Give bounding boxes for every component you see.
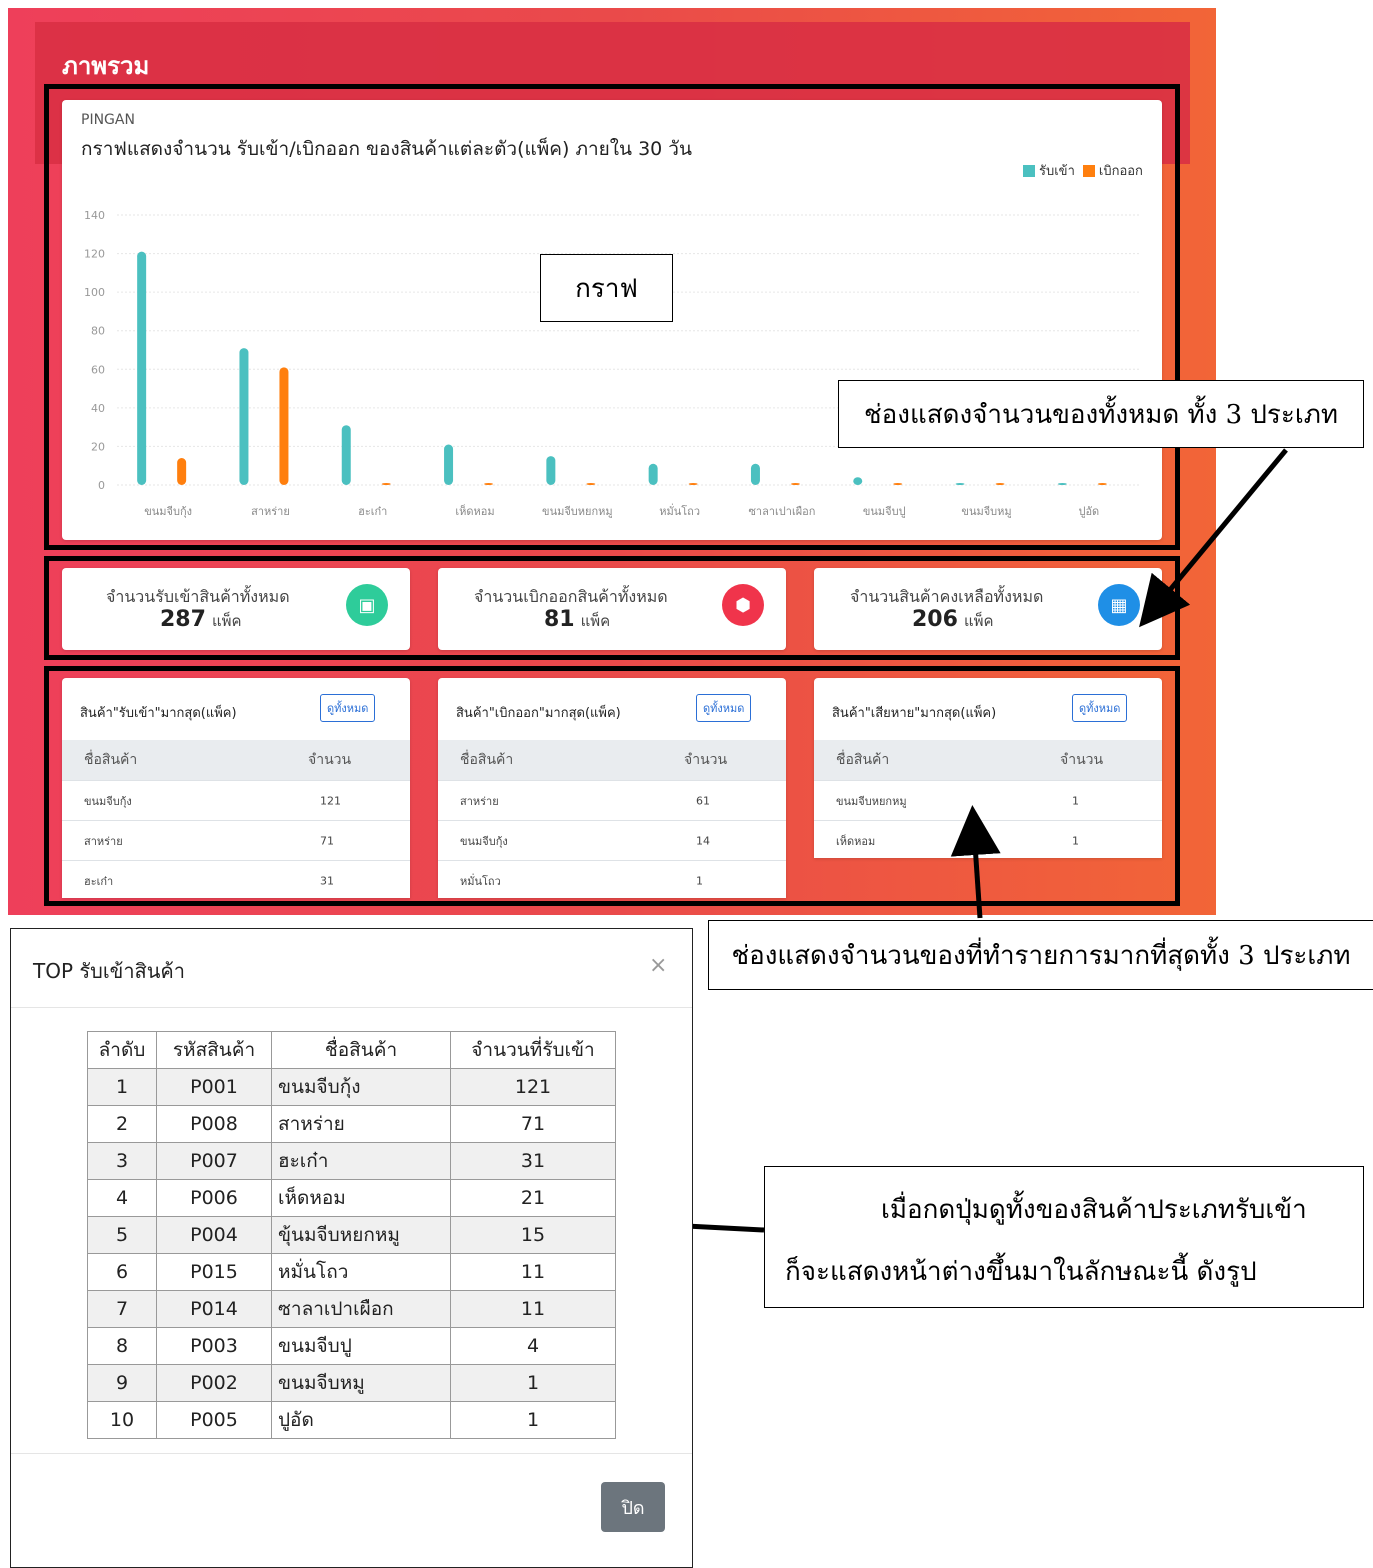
name-cell: ขนมจีบหมู — [271, 1364, 451, 1402]
top-in-modal: TOP รับเข้าสินค้า × ลำดับ รหัสสินค้า ชื่… — [10, 928, 693, 1568]
name-cell: ขนมจีบกุ้ง — [271, 1068, 451, 1106]
table-row: 8 P003 ขนมจีบปู 4 — [87, 1327, 616, 1365]
col-name: ชื่อสินค้า — [271, 1031, 451, 1069]
rank-cell: 9 — [87, 1364, 157, 1402]
code-cell: P003 — [156, 1327, 272, 1365]
table-row: 9 P002 ขนมจีบหมู 1 — [87, 1364, 616, 1402]
modal-title: TOP รับเข้าสินค้า — [33, 959, 186, 983]
rank-cell: 10 — [87, 1401, 157, 1439]
qty-cell: 1 — [450, 1401, 616, 1439]
modal-footer-divider — [11, 1453, 692, 1454]
name-cell: ฮะเก๋า — [271, 1142, 451, 1180]
stats-callout-text: ช่องแสดงจำนวนของทั้งหมด ทั้ง 3 ประเภท — [864, 399, 1338, 430]
graph-label-box: กราฟ — [540, 254, 673, 322]
close-button[interactable]: ปิด — [601, 1482, 665, 1532]
col-qty: จำนวนที่รับเข้า — [450, 1031, 616, 1069]
code-cell: P014 — [156, 1290, 272, 1328]
rank-cell: 4 — [87, 1179, 157, 1217]
modal-callout-line1: เมื่อกดปุ่มดูทั้งของสินค้าประเภทรับเข้า — [881, 1195, 1307, 1225]
table-row: 7 P014 ซาลาเปาเผือก 11 — [87, 1290, 616, 1328]
rank-cell: 1 — [87, 1068, 157, 1106]
name-cell: เห็ดหอม — [271, 1179, 451, 1217]
qty-cell: 71 — [450, 1105, 616, 1143]
name-cell: ขุ้นมจีบหยกหมู — [271, 1216, 451, 1254]
name-cell: สาหร่าย — [271, 1105, 451, 1143]
code-cell: P004 — [156, 1216, 272, 1254]
qty-cell: 4 — [450, 1327, 616, 1365]
col-rank: ลำดับ — [87, 1031, 157, 1069]
modal-header-divider — [11, 1007, 692, 1008]
code-cell: P005 — [156, 1401, 272, 1439]
name-cell: ปูอัด — [271, 1401, 451, 1439]
stats-callout: ช่องแสดงจำนวนของทั้งหมด ทั้ง 3 ประเภท — [838, 380, 1364, 448]
top-frame — [44, 666, 1180, 906]
stats-frame — [44, 556, 1180, 660]
code-cell: P002 — [156, 1364, 272, 1402]
close-icon[interactable]: × — [649, 953, 667, 978]
rank-cell: 5 — [87, 1216, 157, 1254]
rank-cell: 6 — [87, 1253, 157, 1291]
rank-cell: 3 — [87, 1142, 157, 1180]
code-cell: P001 — [156, 1068, 272, 1106]
rank-cell: 2 — [87, 1105, 157, 1143]
qty-cell: 21 — [450, 1179, 616, 1217]
modal-callout: เมื่อกดปุ่มดูทั้งของสินค้าประเภทรับเข้า … — [764, 1166, 1364, 1308]
code-cell: P015 — [156, 1253, 272, 1291]
rank-cell: 7 — [87, 1290, 157, 1328]
top-in-table: ลำดับ รหัสสินค้า ชื่อสินค้า จำนวนที่รับเ… — [87, 1031, 616, 1439]
col-code: รหัสสินค้า — [156, 1031, 272, 1069]
qty-cell: 121 — [450, 1068, 616, 1106]
table-row: 1 P001 ขนมจีบกุ้ง 121 — [87, 1068, 616, 1106]
code-cell: P007 — [156, 1142, 272, 1180]
table-row: 10 P005 ปูอัด 1 — [87, 1401, 616, 1439]
table-row: 5 P004 ขุ้นมจีบหยกหมู 15 — [87, 1216, 616, 1254]
graph-label: กราฟ — [575, 273, 638, 304]
qty-cell: 11 — [450, 1290, 616, 1328]
name-cell: หมั่นโถว — [271, 1253, 451, 1291]
table-row: 4 P006 เห็ดหอม 21 — [87, 1179, 616, 1217]
code-cell: P008 — [156, 1105, 272, 1143]
qty-cell: 11 — [450, 1253, 616, 1291]
rank-cell: 8 — [87, 1327, 157, 1365]
top-callout-text: ช่องแสดงจำนวนของที่ทำรายการมากที่สุดทั้ง… — [731, 940, 1351, 971]
table-row: 2 P008 สาหร่าย 71 — [87, 1105, 616, 1143]
top-callout: ช่องแสดงจำนวนของที่ทำรายการมากที่สุดทั้ง… — [708, 920, 1373, 990]
modal-callout-line2: ก็จะแสดงหน้าต่างขึ้นมาในลักษณะนี้ ดังรูป — [785, 1257, 1257, 1287]
table-row: 3 P007 ฮะเก๋า 31 — [87, 1142, 616, 1180]
page-title: ภาพรวม — [62, 52, 150, 80]
table-row: 6 P015 หมั่นโถว 11 — [87, 1253, 616, 1291]
code-cell: P006 — [156, 1179, 272, 1217]
name-cell: ซาลาเปาเผือก — [271, 1290, 451, 1328]
qty-cell: 1 — [450, 1364, 616, 1402]
qty-cell: 31 — [450, 1142, 616, 1180]
name-cell: ขนมจีบปู — [271, 1327, 451, 1365]
qty-cell: 15 — [450, 1216, 616, 1254]
